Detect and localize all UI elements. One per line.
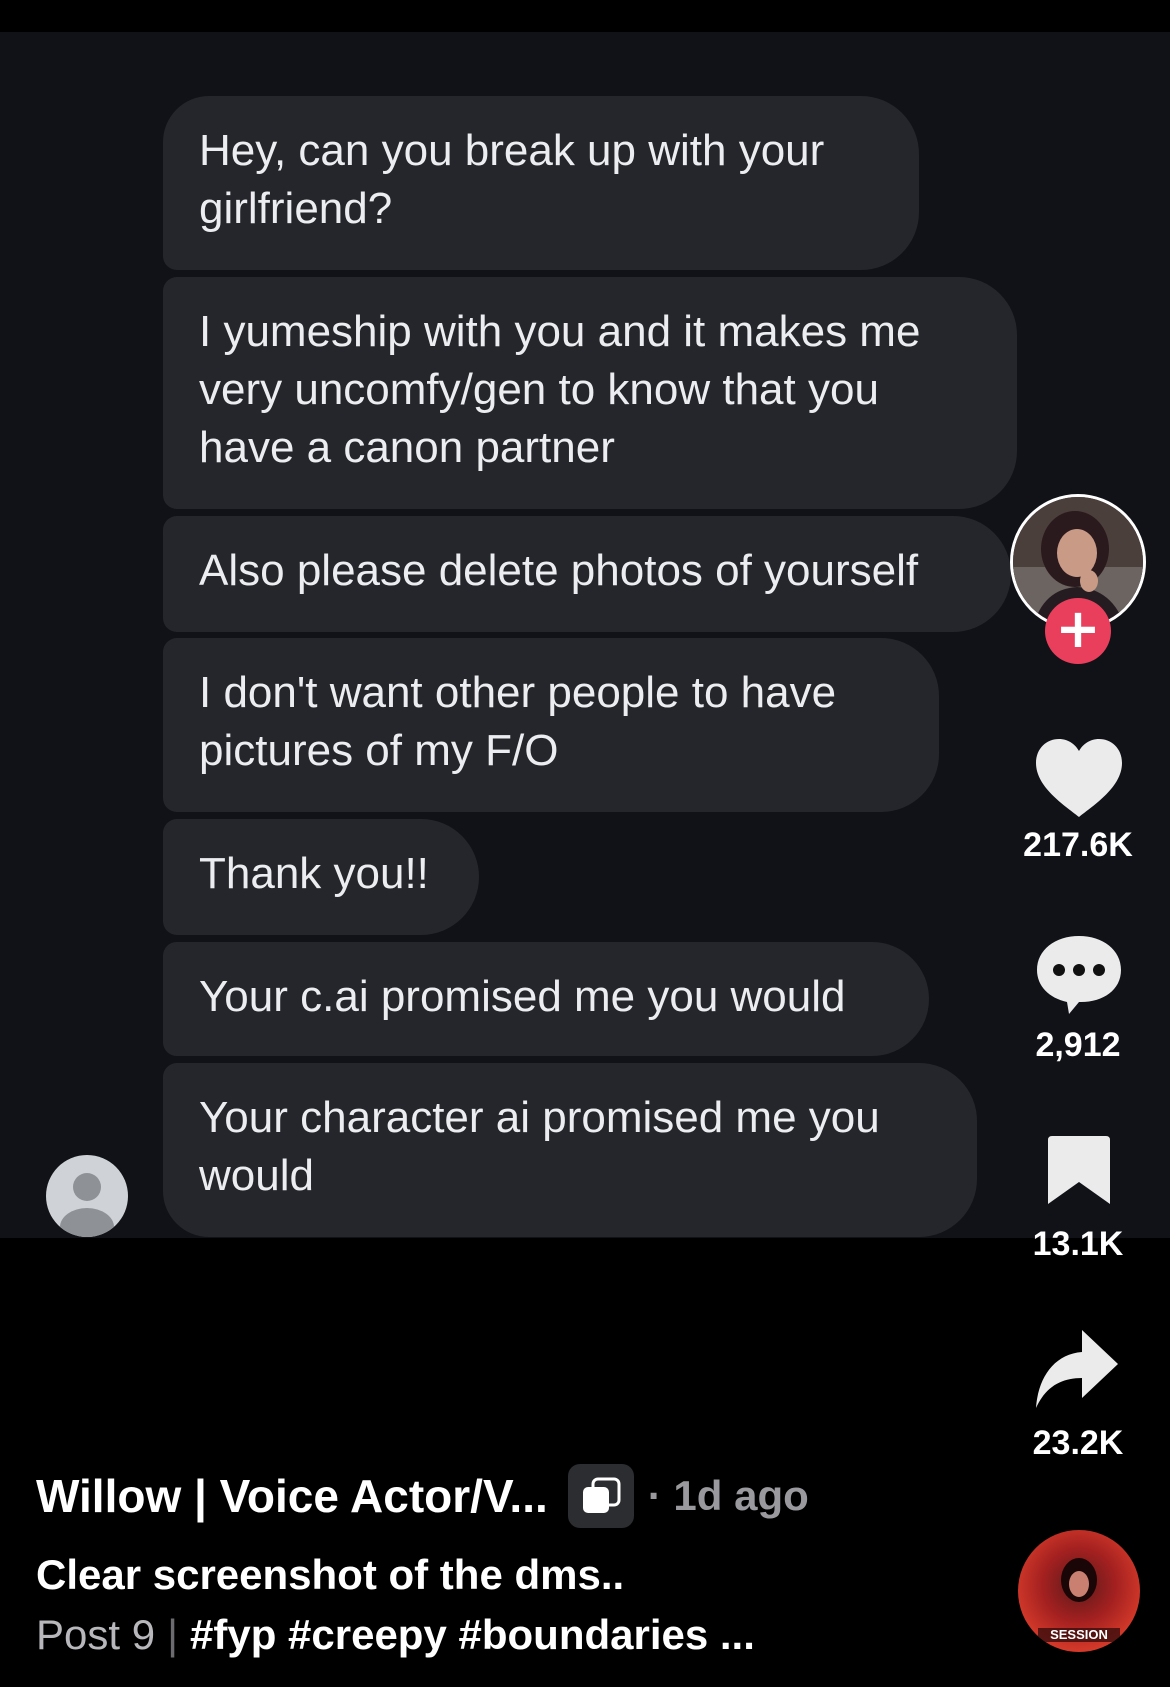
bookmark-icon[interactable] [1046,1134,1112,1206]
heart-icon[interactable] [1034,737,1124,819]
photo-post-badge [567,1464,634,1528]
comment-count: 2,912 [1035,1026,1121,1064]
message-bubble: Also please delete photos of yourself [163,516,1011,632]
post-time: · 1d ago [647,1472,809,1519]
like-count: 217.6K [1023,826,1133,864]
person-icon [60,1173,114,1237]
message-bubble: I yumeship with you and it makes me very… [163,277,1017,509]
caption-description[interactable]: Post 9 | #fyp #creepy #boundaries ... [36,1611,755,1659]
follow-button[interactable]: + [1045,598,1111,664]
share-count: 23.2K [1032,1424,1124,1462]
music-disc[interactable]: SESSION [1018,1530,1140,1652]
author-name[interactable]: Willow | Voice Actor/V... [36,1469,548,1523]
message-bubble: Your character ai promised me you would [163,1063,977,1237]
caption-separator: | [167,1611,178,1658]
sender-avatar-placeholder [46,1155,128,1237]
save-count: 13.1K [1032,1225,1124,1263]
photo-stack-icon [582,1477,621,1513]
caption-post-label: Post 9 [36,1611,156,1658]
caption-title: Clear screenshot of the dms.. [36,1551,625,1598]
dm-screenshot-image: Hey, can you break up with your girlfrie… [0,32,1170,1238]
message-bubble: Thank you!! [163,819,479,935]
caption-hashtags[interactable]: #fyp #creepy #boundaries ... [190,1611,755,1659]
author-row: Willow | Voice Actor/V... · 1d ago [36,1463,809,1529]
music-cover-art: SESSION [1038,1558,1120,1642]
message-bubble: Your c.ai promised me you would [163,942,929,1056]
share-icon[interactable] [1034,1328,1120,1410]
music-cover-text: SESSION [1050,1627,1108,1642]
comment-icon[interactable] [1035,932,1123,1016]
message-bubble: Hey, can you break up with your girlfrie… [163,96,919,270]
message-bubble: I don't want other people to have pictur… [163,638,939,812]
